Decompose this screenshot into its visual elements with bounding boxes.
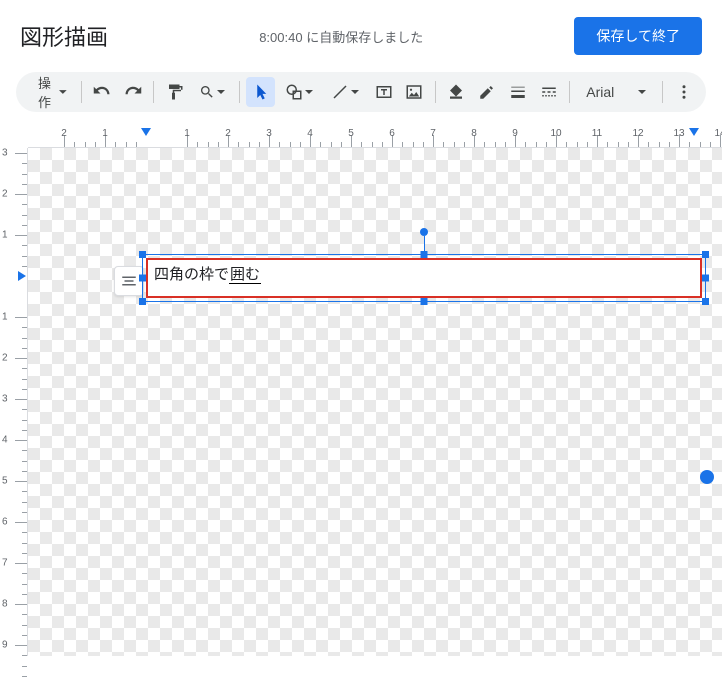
image-icon (405, 83, 423, 101)
paint-roller-icon (166, 83, 184, 101)
resize-handle-b[interactable] (421, 298, 428, 305)
autosave-status: 8:00:40 に自動保存しました (108, 27, 574, 46)
shapes-icon (285, 83, 303, 101)
caret-down-icon (305, 88, 313, 96)
line-icon (331, 83, 349, 101)
undo-button[interactable] (88, 77, 117, 107)
line-tool-button[interactable] (323, 77, 367, 107)
selected-shape[interactable]: 四角の枠で囲む (146, 258, 702, 298)
rotation-handle[interactable] (420, 228, 428, 236)
resize-handle-tl[interactable] (139, 251, 146, 258)
toolbar-separator (153, 81, 154, 103)
align-center-icon (120, 272, 138, 290)
resize-handle-bl[interactable] (139, 298, 146, 305)
redo-icon (124, 83, 142, 101)
text-cursor-region: 囲む (229, 266, 261, 284)
toolbar-separator (239, 81, 240, 103)
more-vert-icon (675, 83, 693, 101)
textbox-icon (375, 83, 393, 101)
caret-down-icon (59, 88, 67, 96)
caret-down-icon (638, 88, 646, 96)
undo-icon (93, 83, 111, 101)
zoom-button[interactable] (191, 77, 233, 107)
paint-format-button[interactable] (160, 77, 189, 107)
font-selector[interactable]: Arial (576, 84, 656, 100)
resize-handle-r[interactable] (702, 275, 709, 282)
vertical-ruler[interactable]: 321123456789 (0, 148, 28, 656)
caret-down-icon (217, 88, 225, 96)
fill-color-button[interactable] (442, 77, 471, 107)
font-name: Arial (586, 84, 614, 100)
border-color-button[interactable] (473, 77, 502, 107)
textbox-tool-button[interactable] (369, 77, 398, 107)
rectangle-shape[interactable]: 四角の枠で囲む (146, 258, 702, 298)
caret-down-icon (351, 88, 359, 96)
shape-text: 四角の枠で (154, 266, 229, 283)
horizontal-ruler[interactable]: 211234567891011121314 (28, 128, 722, 148)
actions-menu-button[interactable]: 操作 (24, 77, 75, 107)
toolbar-separator (662, 81, 663, 103)
image-tool-button[interactable] (400, 77, 429, 107)
border-weight-button[interactable] (504, 77, 533, 107)
toolbar-separator (81, 81, 82, 103)
actions-label: 操作 (32, 73, 57, 111)
workspace: 211234567891011121314 321123456789 四角の枠で… (0, 128, 722, 656)
cursor-icon (252, 83, 270, 101)
pencil-icon (478, 83, 496, 101)
redo-button[interactable] (119, 77, 148, 107)
paint-bucket-icon (447, 83, 465, 101)
more-button[interactable] (669, 77, 698, 107)
toolbar: 操作 Arial (16, 72, 706, 112)
resize-handle-t[interactable] (421, 251, 428, 258)
resize-handle-l[interactable] (139, 275, 146, 282)
line-weight-icon (509, 83, 527, 101)
zoom-icon (199, 84, 215, 100)
toolbar-separator (435, 81, 436, 103)
shape-tool-button[interactable] (277, 77, 321, 107)
app-title: 図形描画 (20, 20, 108, 52)
save-and-close-button[interactable]: 保存して終了 (574, 17, 702, 55)
resize-handle-tr[interactable] (702, 251, 709, 258)
resize-handle-br[interactable] (702, 298, 709, 305)
select-tool-button[interactable] (246, 77, 275, 107)
header: 図形描画 8:00:40 に自動保存しました 保存して終了 (0, 0, 722, 72)
border-dash-button[interactable] (534, 77, 563, 107)
floating-indicator[interactable] (700, 470, 714, 484)
drawing-canvas[interactable]: 四角の枠で囲む (28, 148, 722, 656)
toolbar-separator (569, 81, 570, 103)
line-dash-icon (540, 83, 558, 101)
